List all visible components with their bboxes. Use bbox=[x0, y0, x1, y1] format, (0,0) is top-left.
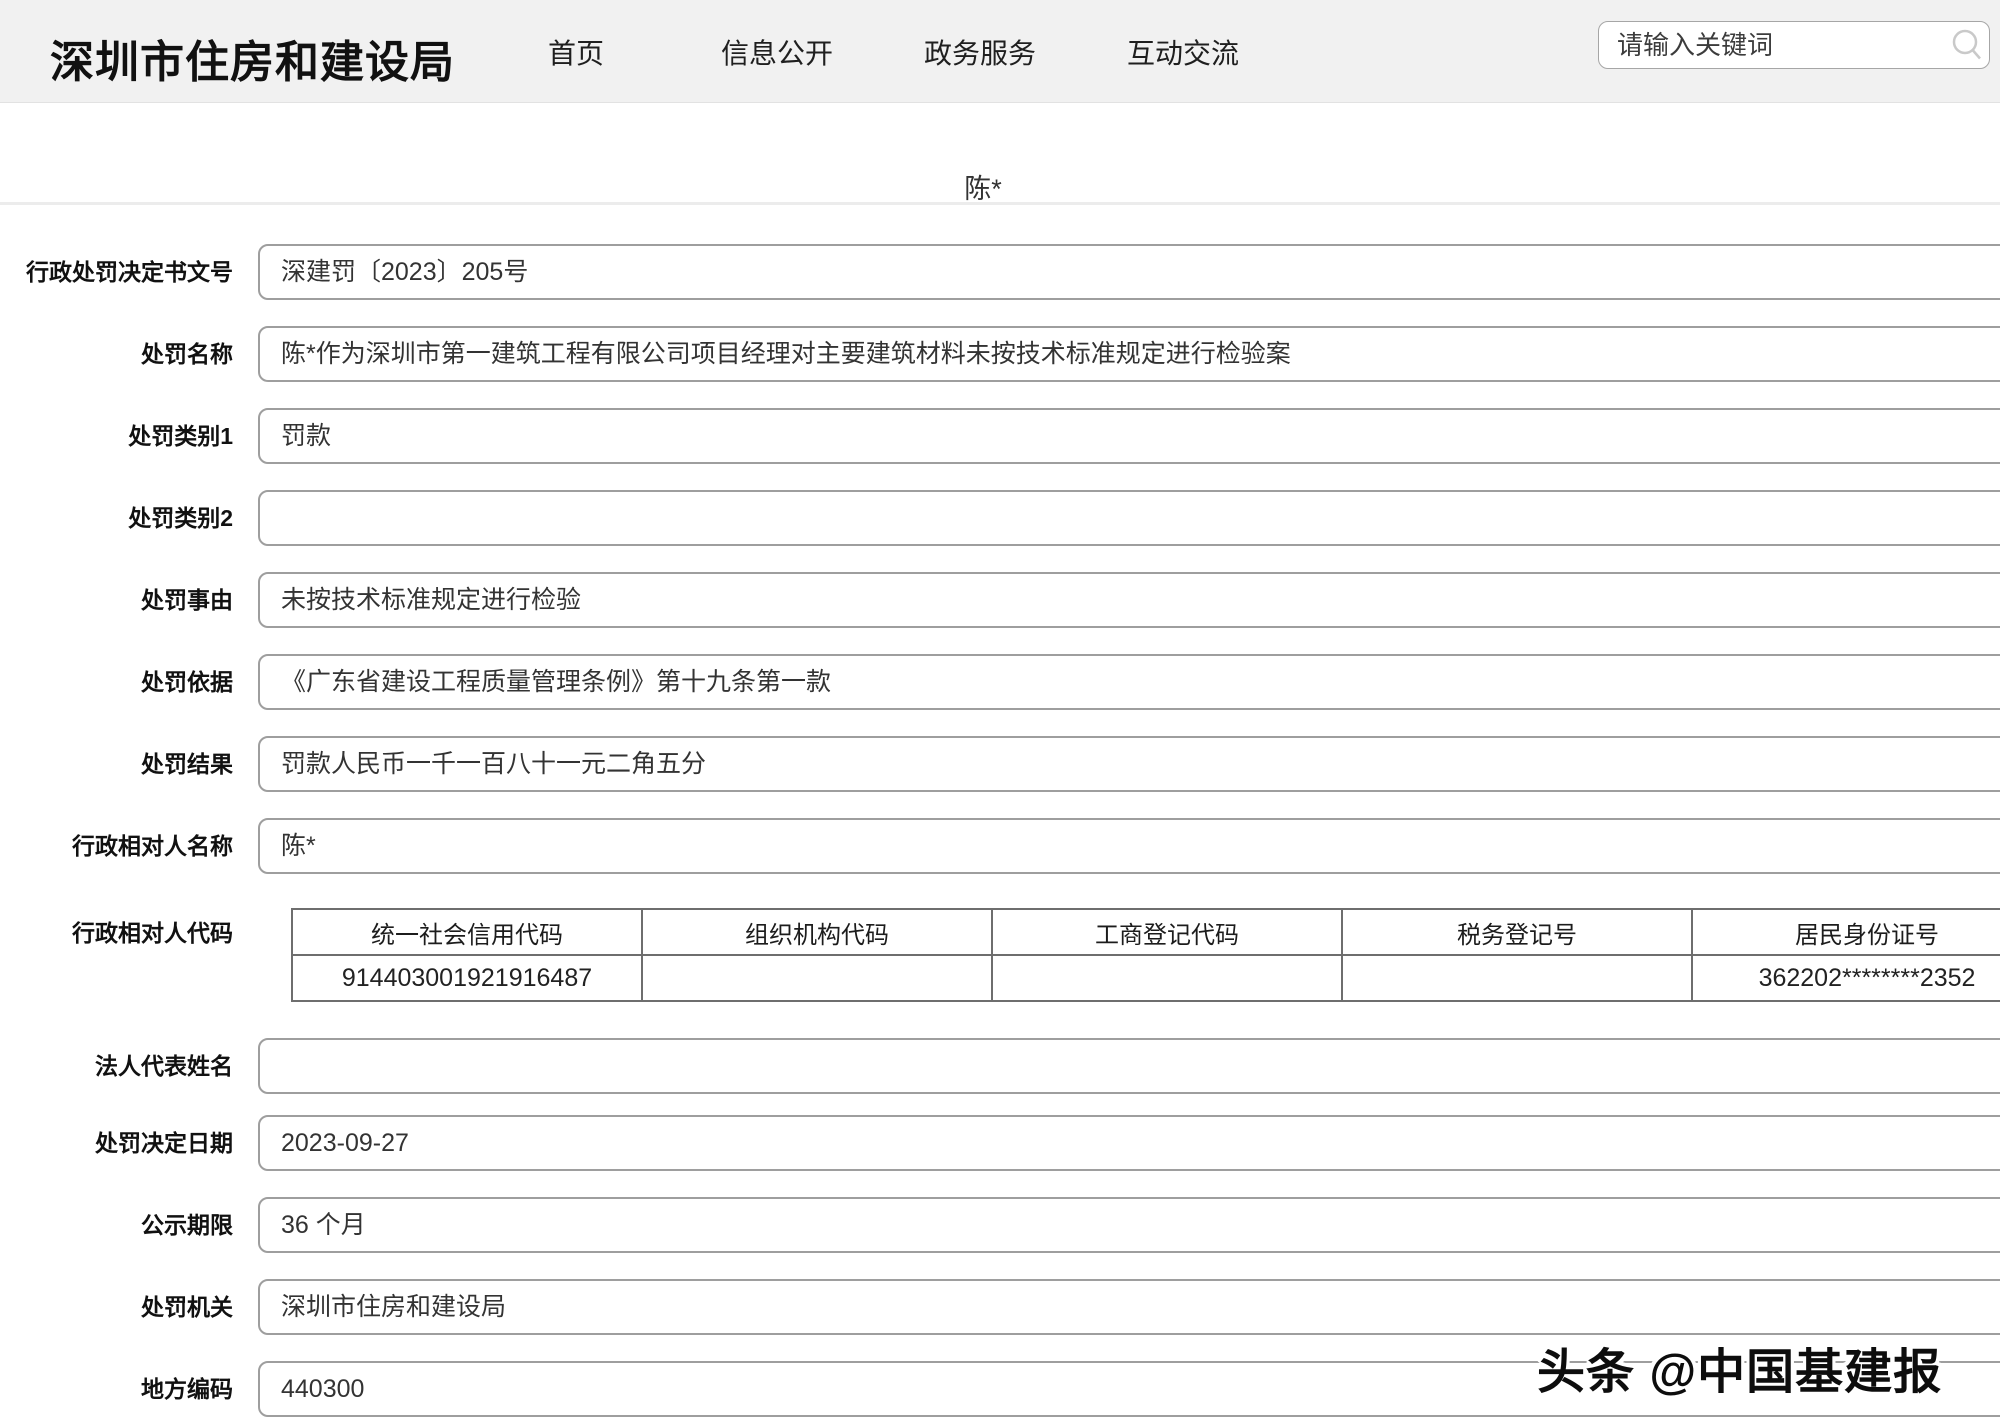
field-label-legal-representative-name: 法人代表姓名 bbox=[0, 1038, 233, 1094]
field-input-legal-representative-name[interactable] bbox=[258, 1038, 2000, 1094]
code-table-value-tax-registration-number bbox=[1342, 955, 1692, 1001]
field-input-penalty-name[interactable]: 陈*作为深圳市第一建筑工程有限公司项目经理对主要建筑材料未按技术标准规定进行检验… bbox=[258, 326, 2000, 382]
field-input-penalty-basis[interactable]: 《广东省建设工程质量管理条例》第十九条第一款 bbox=[258, 654, 2000, 710]
code-table-header-organization-code: 组织机构代码 bbox=[642, 909, 992, 955]
form-row-penalty-decision-doc-number: 行政处罚决定书文号 深建罚〔2023〕205号 bbox=[0, 244, 2000, 300]
code-table-value-organization-code bbox=[642, 955, 992, 1001]
page-title: 陈* bbox=[0, 167, 1966, 206]
nav-item-home[interactable]: 首页 bbox=[548, 32, 604, 72]
field-label-penalty-decision-doc-number: 行政处罚决定书文号 bbox=[0, 244, 233, 300]
form-row-publicity-period: 公示期限 36 个月 bbox=[0, 1197, 2000, 1253]
search-box bbox=[1598, 21, 1990, 69]
field-input-publicity-period[interactable]: 36 个月 bbox=[258, 1197, 2000, 1253]
form-row-legal-representative-name: 法人代表姓名 bbox=[0, 1038, 2000, 1094]
form-row-penalty-name: 处罚名称 陈*作为深圳市第一建筑工程有限公司项目经理对主要建筑材料未按技术标准规… bbox=[0, 326, 2000, 382]
field-label-penalty-decision-date: 处罚决定日期 bbox=[0, 1115, 233, 1171]
field-label-counterpart-code: 行政相对人代码 bbox=[0, 908, 233, 958]
field-label-penalty-authority: 处罚机关 bbox=[0, 1279, 233, 1335]
form-row-counterpart-code: 行政相对人代码 统一社会信用代码 组织机构代码 工商登记代码 税务登记号 居民身… bbox=[0, 908, 2000, 1010]
watermark-text: 头条 @中国基建报 bbox=[1537, 1346, 1942, 1399]
field-input-penalty-category-1[interactable]: 罚款 bbox=[258, 408, 2000, 464]
nav-item-info-disclosure[interactable]: 信息公开 bbox=[721, 32, 833, 72]
field-label-penalty-basis: 处罚依据 bbox=[0, 654, 233, 710]
page: 深圳市住房和建设局 首页 信息公开 政务服务 互动交流 陈* 行政处罚决定书文号… bbox=[0, 0, 2000, 1427]
search-input[interactable] bbox=[1599, 30, 1945, 61]
code-table-header-resident-id-number: 居民身份证号 bbox=[1692, 909, 2000, 955]
site-header: 深圳市住房和建设局 首页 信息公开 政务服务 互动交流 bbox=[0, 0, 2000, 103]
search-icon[interactable] bbox=[1945, 25, 1989, 65]
code-table-value-resident-id-number: 362202********2352 bbox=[1692, 955, 2000, 1001]
form-row-penalty-basis: 处罚依据 《广东省建设工程质量管理条例》第十九条第一款 bbox=[0, 654, 2000, 710]
watermark: 头条 @中国基建报 bbox=[1537, 1332, 1942, 1402]
field-label-penalty-category-2: 处罚类别2 bbox=[0, 490, 233, 546]
form-row-penalty-result: 处罚结果 罚款人民币一千一百八十一元二角五分 bbox=[0, 736, 2000, 792]
field-input-penalty-category-2[interactable] bbox=[258, 490, 2000, 546]
field-label-local-code: 地方编码 bbox=[0, 1361, 233, 1417]
field-label-penalty-category-1: 处罚类别1 bbox=[0, 408, 233, 464]
form-row-penalty-category-1: 处罚类别1 罚款 bbox=[0, 408, 2000, 464]
code-table-header-row: 统一社会信用代码 组织机构代码 工商登记代码 税务登记号 居民身份证号 bbox=[292, 909, 2000, 955]
field-input-counterpart-name[interactable]: 陈* bbox=[258, 818, 2000, 874]
nav-item-interaction[interactable]: 互动交流 bbox=[1127, 32, 1239, 72]
title-bar: 陈* bbox=[0, 103, 2000, 205]
form-row-penalty-category-2: 处罚类别2 bbox=[0, 490, 2000, 546]
penalty-form: 行政处罚决定书文号 深建罚〔2023〕205号 处罚名称 陈*作为深圳市第一建筑… bbox=[0, 205, 2000, 1417]
form-row-penalty-authority: 处罚机关 深圳市住房和建设局 bbox=[0, 1279, 2000, 1335]
main-nav: 首页 信息公开 政务服务 互动交流 bbox=[548, 0, 1239, 103]
counterpart-code-table: 统一社会信用代码 组织机构代码 工商登记代码 税务登记号 居民身份证号 9144… bbox=[291, 908, 2000, 1002]
code-table-value-unified-social-credit-code: 914403001921916487 bbox=[292, 955, 642, 1001]
field-input-penalty-decision-date[interactable]: 2023-09-27 bbox=[258, 1115, 2000, 1171]
form-row-counterpart-name: 行政相对人名称 陈* bbox=[0, 818, 2000, 874]
code-table-header-unified-social-credit-code: 统一社会信用代码 bbox=[292, 909, 642, 955]
field-input-penalty-reason[interactable]: 未按技术标准规定进行检验 bbox=[258, 572, 2000, 628]
field-label-penalty-reason: 处罚事由 bbox=[0, 572, 233, 628]
form-row-penalty-decision-date: 处罚决定日期 2023-09-27 bbox=[0, 1115, 2000, 1171]
code-table-value-row: 914403001921916487 362202********2352 bbox=[292, 955, 2000, 1001]
code-table-header-tax-registration-number: 税务登记号 bbox=[1342, 909, 1692, 955]
site-logo[interactable]: 深圳市住房和建设局 bbox=[50, 26, 455, 90]
code-table-header-business-registration-code: 工商登记代码 bbox=[992, 909, 1342, 955]
field-input-penalty-decision-doc-number[interactable]: 深建罚〔2023〕205号 bbox=[258, 244, 2000, 300]
field-label-publicity-period: 公示期限 bbox=[0, 1197, 233, 1253]
code-table-value-business-registration-code bbox=[992, 955, 1342, 1001]
field-input-penalty-authority[interactable]: 深圳市住房和建设局 bbox=[258, 1279, 2000, 1335]
nav-item-gov-services[interactable]: 政务服务 bbox=[924, 32, 1036, 72]
field-input-penalty-result[interactable]: 罚款人民币一千一百八十一元二角五分 bbox=[258, 736, 2000, 792]
field-label-penalty-name: 处罚名称 bbox=[0, 326, 233, 382]
field-label-counterpart-name: 行政相对人名称 bbox=[0, 818, 233, 874]
field-label-penalty-result: 处罚结果 bbox=[0, 736, 233, 792]
form-row-penalty-reason: 处罚事由 未按技术标准规定进行检验 bbox=[0, 572, 2000, 628]
